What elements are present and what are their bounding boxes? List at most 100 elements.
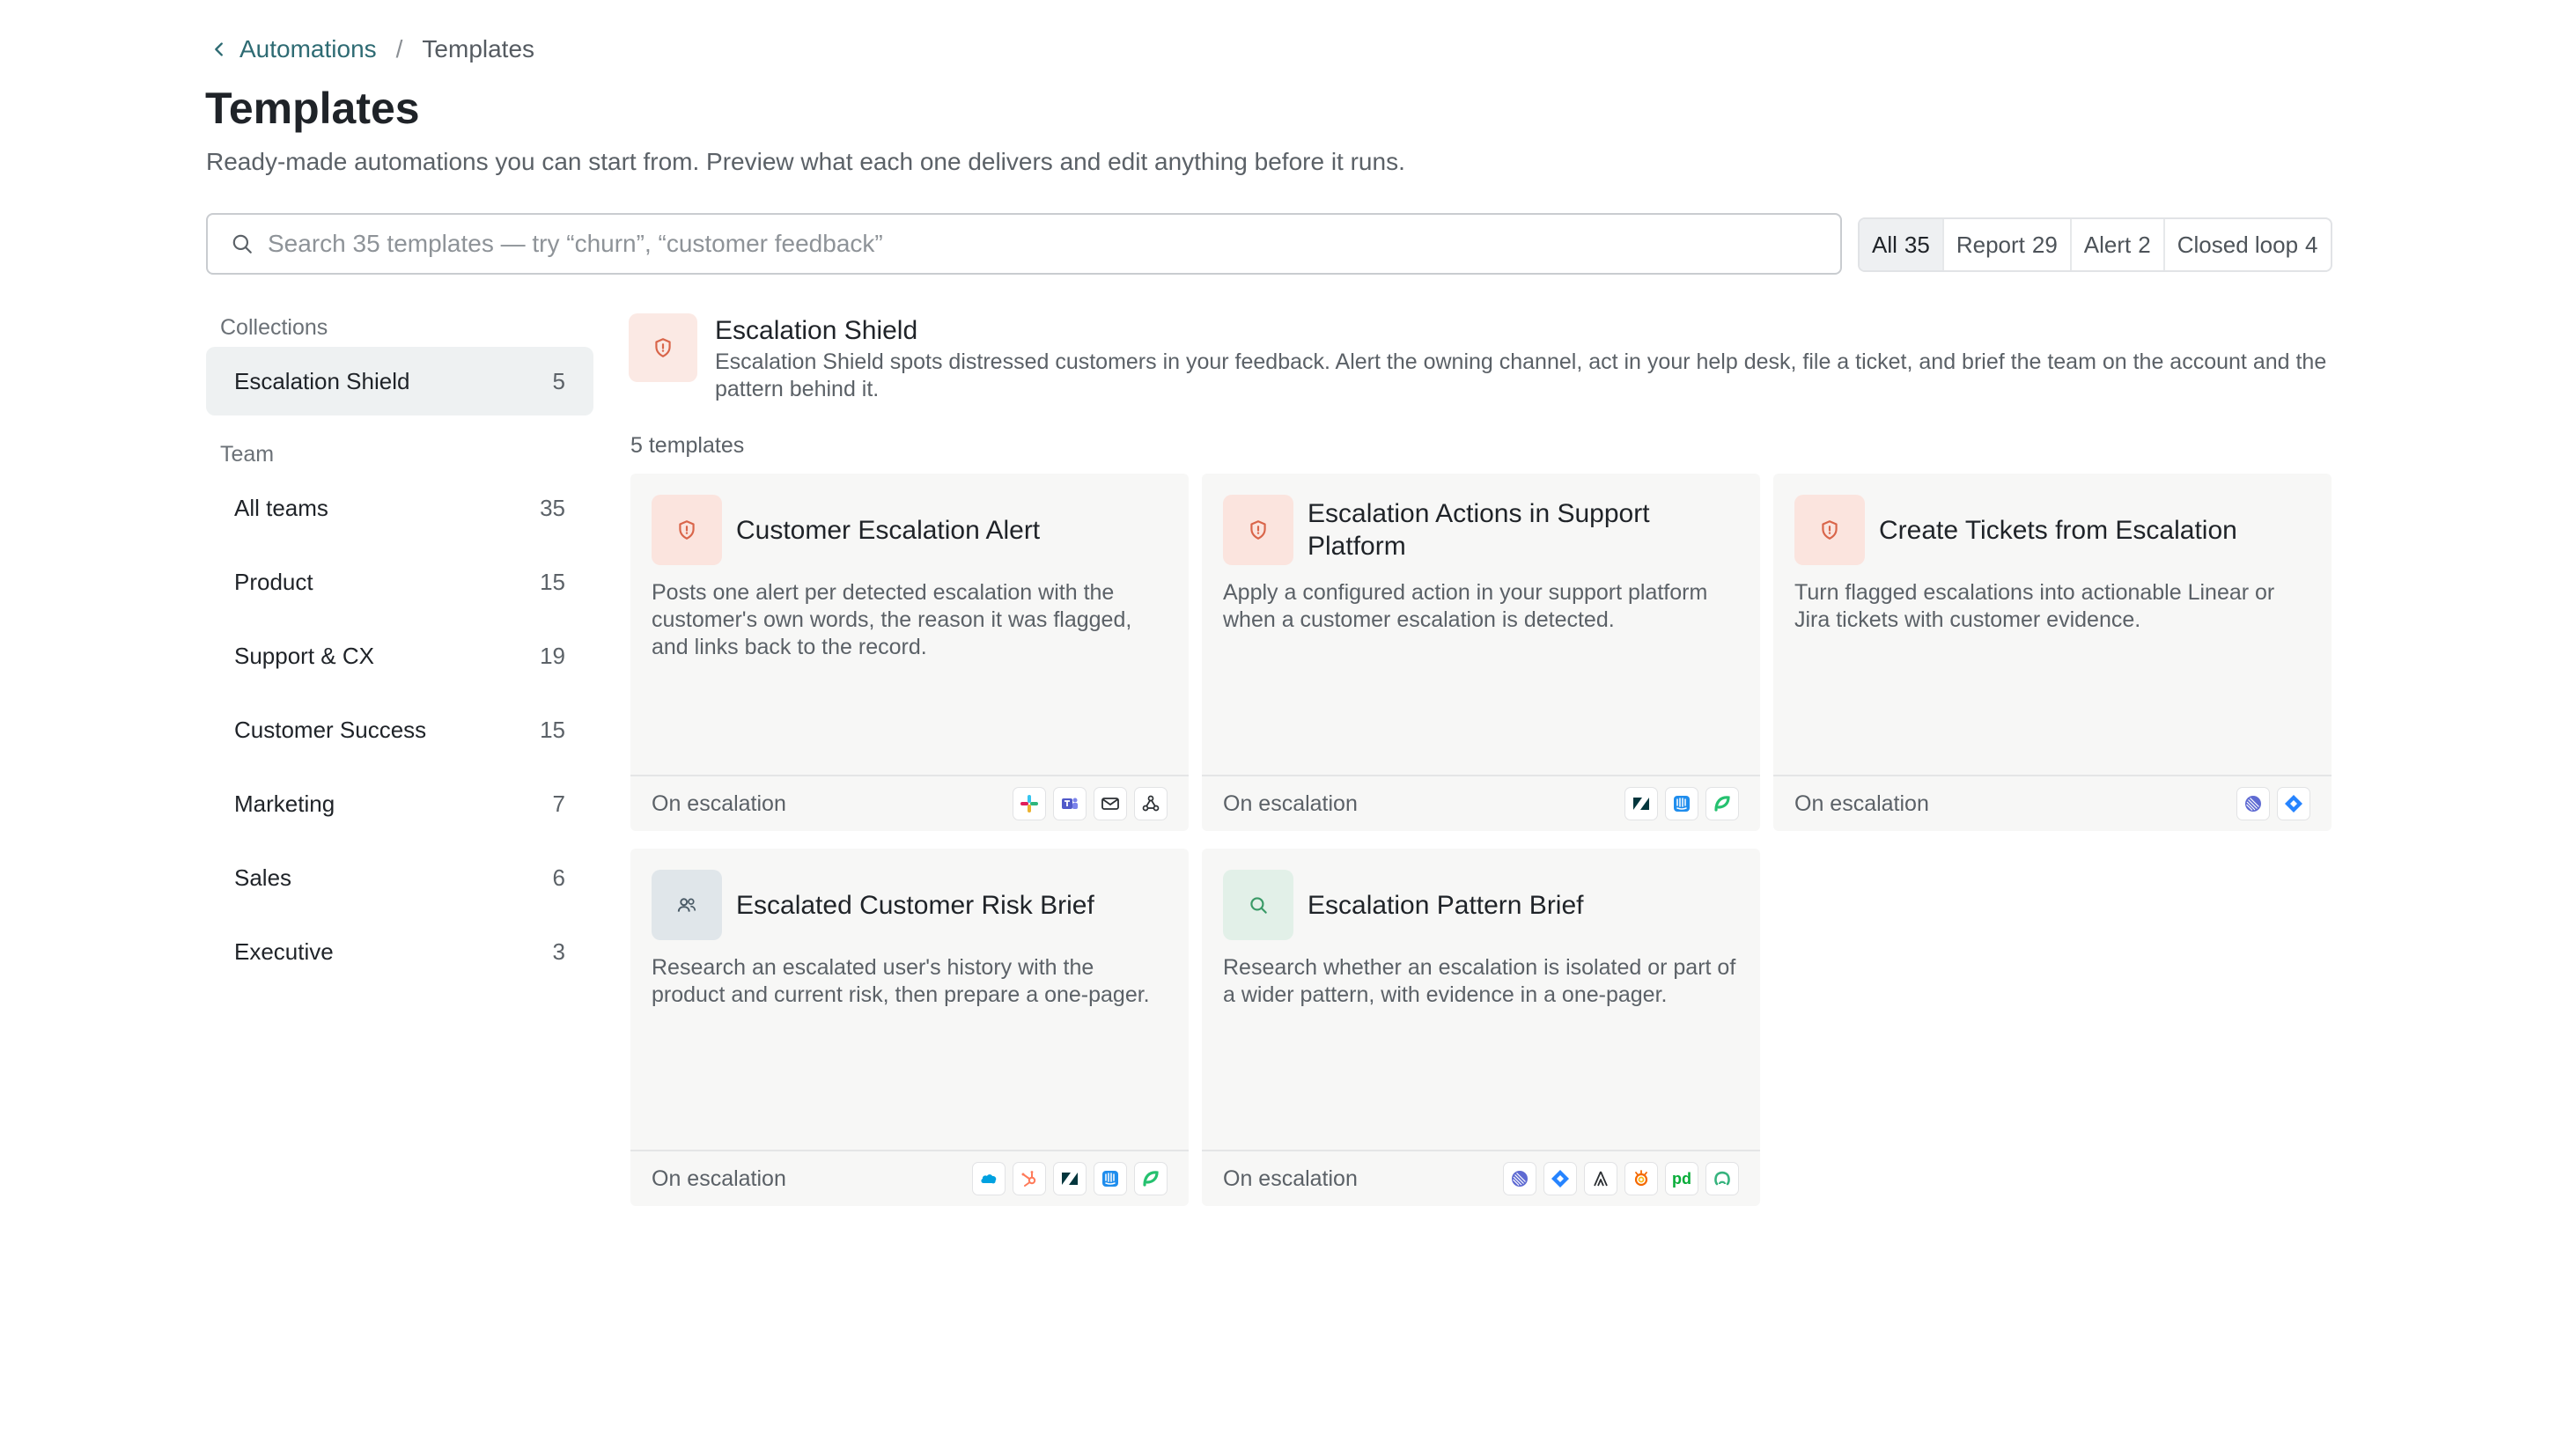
intercom-icon	[1094, 1162, 1127, 1195]
sidebar-item-count: 15	[540, 568, 565, 595]
salesforce-icon	[972, 1162, 1006, 1195]
template-card-customer-escalation-alert[interactable]: Customer Escalation Alert Posts one aler…	[630, 474, 1189, 831]
type-filter: All 35 Report 29 Alert 2 Closed loop 4	[1858, 217, 2332, 272]
search-icon	[1250, 897, 1267, 914]
filter-label: Alert	[2083, 231, 2132, 258]
sidebar-item-support-cx[interactable]: Support & CX 19	[206, 621, 593, 690]
sidebar-item-product[interactable]: Product 15	[206, 548, 593, 616]
email-icon	[1094, 787, 1127, 820]
collection-title: Escalation Shield	[715, 316, 918, 345]
integration-icons: pd	[1503, 1162, 1739, 1195]
opsgenie-icon	[1705, 1162, 1739, 1195]
hubspot-icon	[1013, 1162, 1046, 1195]
template-card-escalated-customer-risk-brief[interactable]: Escalated Customer Risk Brief Research a…	[630, 849, 1189, 1206]
sidebar-item-label: Executive	[234, 938, 334, 965]
integration-icons	[1013, 787, 1168, 820]
sidebar-item-count: 3	[552, 938, 565, 965]
filter-label: Closed loop	[2177, 231, 2299, 258]
sidebar-item-label: Product	[234, 568, 313, 595]
linear-icon	[2236, 787, 2270, 820]
shield-icon	[655, 338, 671, 357]
intercom-icon	[1665, 787, 1698, 820]
card-icon	[652, 870, 722, 940]
sidebar-item-sales[interactable]: Sales 6	[206, 843, 593, 912]
filter-all[interactable]: All 35	[1860, 219, 1942, 270]
sidebar-item-count: 19	[540, 642, 565, 669]
template-card-create-tickets[interactable]: Create Tickets from Escalation Turn flag…	[1773, 474, 2332, 831]
freshdesk-icon	[1134, 1162, 1168, 1195]
filter-label: All	[1872, 231, 1897, 258]
sidebar-item-count: 6	[552, 864, 565, 891]
collection-description: Escalation Shield spots distressed custo…	[715, 349, 2327, 401]
card-icon	[1223, 870, 1293, 940]
card-title: Customer Escalation Alert	[736, 515, 1041, 545]
card-title: Escalated Customer Risk Brief	[736, 890, 1094, 920]
zendesk-icon	[1053, 1162, 1087, 1195]
page-title: Templates	[205, 84, 420, 133]
atlassian-icon	[1584, 1162, 1617, 1195]
sidebar-item-count: 5	[552, 367, 565, 394]
sidebar-item-executive[interactable]: Executive 3	[206, 917, 593, 986]
integration-icons	[2236, 787, 2310, 820]
breadcrumb-back-link[interactable]: Automations	[210, 35, 377, 63]
slack-icon	[1013, 787, 1046, 820]
filter-label: Report	[1956, 231, 2025, 258]
card-trigger: On escalation	[1794, 791, 1929, 816]
chevron-left-icon	[215, 42, 223, 56]
template-card-escalation-pattern-brief[interactable]: Escalation Pattern Brief Research whethe…	[1202, 849, 1760, 1206]
sidebar-item-marketing[interactable]: Marketing 7	[206, 769, 593, 838]
page-description: Ready-made automations you can start fro…	[206, 148, 1405, 175]
filter-closed-loop[interactable]: Closed loop 4	[2162, 219, 2331, 270]
sidebar-item-all-teams[interactable]: All teams 35	[206, 474, 593, 542]
card-description: Posts one alert per detected escalation …	[652, 580, 1132, 659]
sidebar-item-escalation-shield[interactable]: Escalation Shield 5	[206, 347, 593, 415]
filter-count: 35	[1904, 231, 1930, 258]
webhook-icon	[1134, 787, 1168, 820]
card-footer: On escalation	[1202, 775, 1760, 831]
zendesk-icon	[1624, 787, 1658, 820]
template-card-escalation-actions[interactable]: Escalation Actions in Support Platform A…	[1202, 474, 1760, 831]
sidebar-item-label: All teams	[234, 494, 328, 521]
card-description: Turn flagged escalations into actionable…	[1794, 580, 2275, 632]
collection-icon	[629, 313, 697, 382]
integration-icons	[972, 1162, 1168, 1195]
users-icon	[677, 898, 696, 912]
card-icon	[1223, 495, 1293, 565]
sidebar-item-label: Customer Success	[234, 716, 427, 743]
filter-alert[interactable]: Alert 2	[2069, 219, 2163, 270]
card-icon	[1794, 495, 1865, 565]
card-title: Escalation Pattern Brief	[1308, 890, 1584, 920]
card-description: Research an escalated user's history wit…	[652, 955, 1150, 1007]
search-box[interactable]	[206, 213, 1842, 275]
card-footer: On escalation	[630, 1150, 1189, 1206]
sidebar-item-count: 15	[540, 716, 565, 743]
shield-icon	[1822, 520, 1838, 540]
filter-count: 2	[2138, 231, 2151, 258]
sidebar-item-label: Sales	[234, 864, 292, 891]
grafana-icon	[1624, 1162, 1658, 1195]
integration-icons	[1624, 787, 1739, 820]
card-trigger: On escalation	[1223, 791, 1358, 816]
search-icon	[232, 234, 252, 254]
card-footer: On escalation	[630, 775, 1189, 831]
jira-icon	[2277, 787, 2310, 820]
team-heading: Team	[220, 442, 275, 467]
sidebar-item-label: Support & CX	[234, 642, 374, 669]
freshdesk-icon	[1705, 787, 1739, 820]
breadcrumb-current: Templates	[422, 35, 535, 63]
card-footer: On escalation pd	[1202, 1150, 1760, 1206]
breadcrumb-separator: /	[395, 35, 403, 63]
breadcrumb-parent: Automations	[239, 35, 377, 63]
breadcrumb: Automations / Templates	[210, 30, 534, 69]
card-trigger: On escalation	[652, 791, 786, 816]
filter-count: 4	[2305, 231, 2318, 258]
filter-count: 29	[2031, 231, 2058, 258]
filter-report[interactable]: Report 29	[1941, 219, 2070, 270]
shield-icon	[679, 520, 695, 540]
sidebar-item-label: Marketing	[234, 790, 335, 817]
card-description: Apply a configured action in your suppor…	[1223, 580, 1708, 632]
card-trigger: On escalation	[652, 1166, 786, 1191]
sidebar-item-customer-success[interactable]: Customer Success 15	[206, 695, 593, 764]
card-trigger: On escalation	[1223, 1166, 1358, 1191]
search-input[interactable]	[266, 229, 1819, 259]
